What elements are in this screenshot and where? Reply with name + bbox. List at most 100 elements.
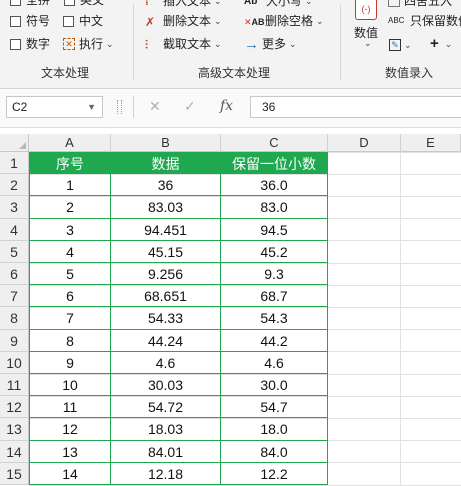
table-cell[interactable]: 6 (29, 285, 111, 308)
row-header-5[interactable]: 5 (0, 240, 29, 263)
edit-format-button[interactable]: ✎ ⌄ (389, 37, 412, 53)
table-cell[interactable]: 4.6 (111, 351, 221, 374)
select-all-corner[interactable] (0, 134, 29, 152)
table-cell[interactable]: 3 (29, 218, 111, 241)
table-cell[interactable]: 12 (29, 418, 111, 441)
delete-text-icon: ✗ (145, 15, 156, 29)
table-cell[interactable]: 83.03 (111, 196, 221, 219)
execute-button[interactable]: ✕ 执行 ⌄ (63, 36, 114, 52)
formula-input[interactable]: 36 (250, 96, 461, 118)
table-cell[interactable]: 30.03 (111, 374, 221, 397)
table-cell[interactable]: 9 (29, 351, 111, 374)
keep-value-button[interactable]: ABC 只保留数值 (388, 13, 461, 29)
table-cell[interactable]: 45.2 (221, 240, 328, 263)
symbol-option[interactable]: 符号 (10, 13, 50, 29)
row-header-15[interactable]: 15 (0, 462, 29, 485)
row-header-2[interactable]: 2 (0, 174, 29, 197)
table-cell[interactable]: 8 (29, 329, 111, 352)
table-cell[interactable]: 68.7 (221, 285, 328, 308)
table-cell[interactable]: 36.0 (221, 174, 328, 197)
cancel-icon[interactable]: ✕ (149, 98, 161, 115)
header-cell[interactable]: 保留一位小数 (221, 152, 328, 175)
case-button[interactable]: Ab 大小写 ⌄ (244, 0, 313, 9)
table-cell[interactable]: 1 (29, 174, 111, 197)
checkbox[interactable] (64, 0, 76, 6)
row-header-4[interactable]: 4 (0, 218, 29, 241)
table-cell[interactable]: 54.33 (111, 307, 221, 330)
table-cell[interactable]: 4.6 (221, 351, 328, 374)
column-header-c[interactable]: C (221, 134, 328, 152)
more-button[interactable]: → 更多 ⌄ (244, 36, 297, 53)
table-cell[interactable]: 54.7 (221, 396, 328, 419)
table-cell[interactable]: 12.2 (221, 462, 328, 485)
table-cell[interactable]: 30.0 (221, 374, 328, 397)
row-header-12[interactable]: 12 (0, 396, 29, 419)
column-header-d[interactable]: D (328, 134, 401, 152)
table-cell[interactable]: 12.18 (111, 462, 221, 485)
table-cell[interactable]: 5 (29, 263, 111, 286)
chevron-down-icon: ⌄ (305, 0, 313, 6)
table-cell[interactable]: 9.3 (221, 263, 328, 286)
row-header-14[interactable]: 14 (0, 440, 29, 463)
table-cell[interactable]: 68.651 (111, 285, 221, 308)
table-cell[interactable]: 84.0 (221, 440, 328, 463)
row-header-13[interactable]: 13 (0, 418, 29, 441)
delete-space-button[interactable]: ✕AB 删除空格 ⌄ (244, 13, 324, 29)
table-cell[interactable]: 84.01 (111, 440, 221, 463)
delete-text-button[interactable]: ✗ 删除文本 ⌄ (145, 13, 222, 29)
row-header-11[interactable]: 11 (0, 374, 29, 397)
value-button[interactable]: (-) 数值 ⌄ (350, 0, 382, 48)
insert-text-button[interactable]: ⁞ 插入文本 ⌄ (145, 0, 222, 9)
row-header-7[interactable]: 7 (0, 285, 29, 308)
chinese-option[interactable]: 中文 (63, 13, 103, 29)
chevron-down-icon[interactable]: ▼ (87, 97, 96, 117)
row-header-1[interactable]: 1 (0, 152, 29, 175)
group-divider (340, 4, 341, 80)
name-box[interactable]: C2 ▼ (6, 96, 103, 118)
number-option[interactable]: 数字 (10, 36, 50, 52)
table-cell[interactable]: 54.72 (111, 396, 221, 419)
table-cell[interactable]: 9.256 (111, 263, 221, 286)
table-cell[interactable]: 44.2 (221, 329, 328, 352)
header-cell[interactable]: 序号 (29, 152, 111, 175)
ribbon: 全拼 英文 符号 中文 数字 ✕ 执行 ⌄ 文本处理 ⁞ 插入文本 ⌄ Ab 大… (0, 0, 461, 89)
symbol-label: 符号 (26, 14, 51, 28)
row-header-9[interactable]: 9 (0, 329, 29, 352)
table-cell[interactable]: 18.0 (221, 418, 328, 441)
table-cell[interactable]: 13 (29, 440, 111, 463)
table-cell[interactable]: 45.15 (111, 240, 221, 263)
chinese-checkbox[interactable] (63, 15, 74, 27)
table-cell[interactable]: 4 (29, 240, 111, 263)
table-cell[interactable]: 18.03 (111, 418, 221, 441)
table-cell[interactable]: 44.24 (111, 329, 221, 352)
header-cell[interactable]: 数据 (111, 152, 221, 175)
resize-handle[interactable] (117, 100, 122, 114)
insert-function-icon[interactable]: fx (220, 98, 233, 114)
table-cell[interactable]: 94.5 (221, 218, 328, 241)
symbol-checkbox[interactable] (10, 15, 21, 27)
column-header-a[interactable]: A (29, 134, 111, 152)
chevron-down-icon: ⌄ (214, 0, 222, 6)
row-header-8[interactable]: 8 (0, 307, 29, 330)
round-button[interactable]: 四舍五入 (388, 0, 452, 9)
row-header-3[interactable]: 3 (0, 196, 29, 219)
row-header-10[interactable]: 10 (0, 351, 29, 374)
table-cell[interactable]: 83.0 (221, 196, 328, 219)
add-button[interactable]: + ⌄ (430, 36, 452, 52)
number-checkbox[interactable] (10, 38, 21, 50)
table-cell[interactable]: 2 (29, 196, 111, 219)
extract-text-button[interactable]: ⫶ 截取文本 ⌄ (145, 36, 222, 52)
table-cell[interactable]: 14 (29, 462, 111, 485)
table-cell[interactable]: 7 (29, 307, 111, 330)
table-cell[interactable]: 11 (29, 396, 111, 419)
checkbox[interactable] (10, 0, 21, 6)
table-cell[interactable]: 94.451 (111, 218, 221, 241)
table-cell[interactable]: 10 (29, 374, 111, 397)
number-label: 数字 (26, 37, 51, 51)
confirm-icon[interactable]: ✓ (184, 98, 196, 115)
table-cell[interactable]: 54.3 (221, 307, 328, 330)
column-header-e[interactable]: E (401, 134, 461, 152)
column-header-b[interactable]: B (111, 134, 221, 152)
table-cell[interactable]: 36 (111, 174, 221, 197)
row-header-6[interactable]: 6 (0, 263, 29, 286)
